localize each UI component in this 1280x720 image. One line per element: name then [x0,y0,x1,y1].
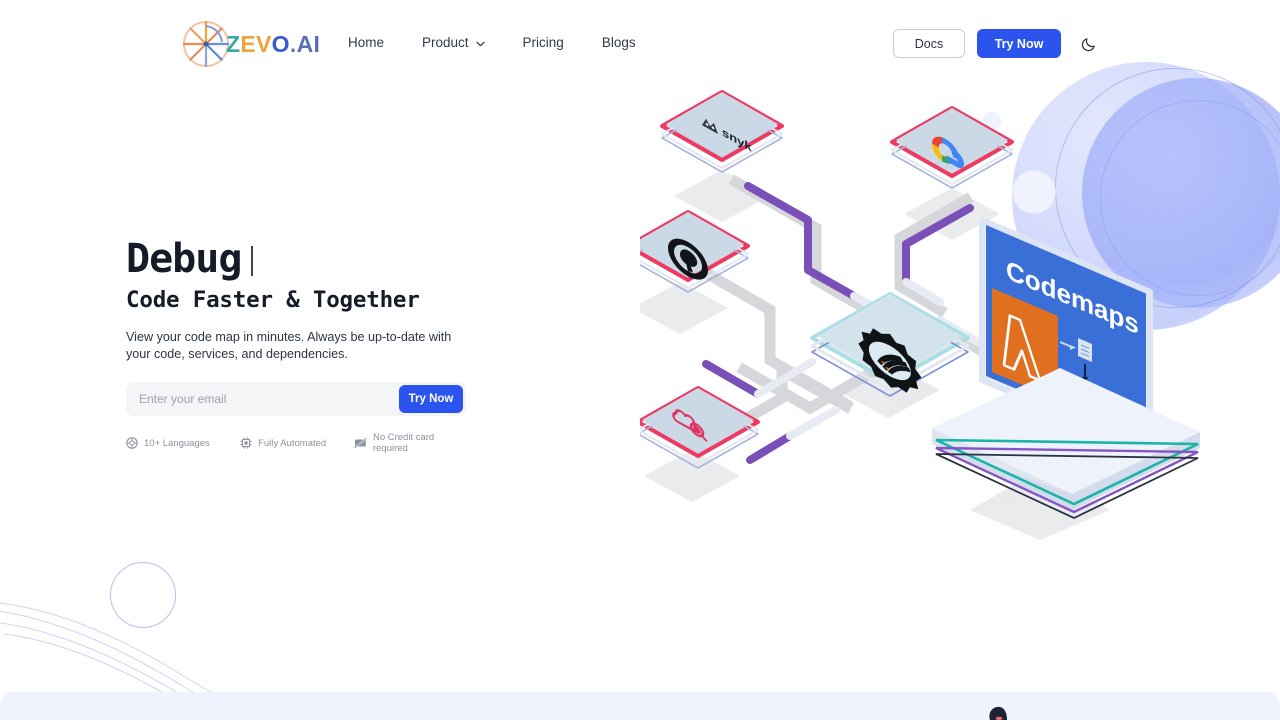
codemaps-isometric-graphic: snyk Codemaps [640,90,1200,540]
brand-dot: . [289,30,297,57]
nav-link-product[interactable]: Product [422,34,485,52]
globe-icon [126,437,138,449]
brand-letter-o: O [271,30,290,57]
docs-button[interactable]: Docs [893,29,965,58]
hero-headline-typed-word: Debug [126,236,242,282]
nav-link-pricing-label: Pricing [522,35,564,50]
brand-letter-v: V [256,30,272,57]
moon-icon [1081,37,1095,51]
nav-actions: Docs Try Now [893,29,1100,58]
nav-link-pricing[interactable]: Pricing [523,34,564,52]
typing-caret [251,246,254,276]
chip-icon [240,437,252,449]
bottom-section-band [0,692,1280,720]
badge-no-credit-card: No Credit card required [354,432,470,454]
partner-logo-peek-icon [989,706,1007,720]
nav-link-home-label: Home [348,35,385,50]
nav-link-blogs-label: Blogs [601,35,636,50]
brand-letter-z: Z [226,30,241,57]
hero-section: Debug Code Faster & Together View your c… [126,236,546,454]
top-navigation-bar: ZEVO.AI Home Product Pricing Blogs Docs … [0,0,1280,86]
try-now-submit-button[interactable]: Try Now [399,385,463,413]
datadog-card [640,386,760,469]
badge-automated-label: Fully Automated [258,437,327,449]
badge-languages-label: 10+ Languages [144,437,210,449]
decorative-ring-bottom-left [110,562,176,628]
email-input[interactable] [129,392,399,406]
badge-automated: Fully Automated [240,437,354,449]
badge-languages: 10+ Languages [126,437,240,449]
zevo-wheel-logo-icon [182,20,230,68]
hero-illustration: snyk Codemaps [640,70,1200,540]
brand-letters-ai: AI [296,30,321,57]
brand-wordmark: ZEVO.AI [226,31,320,58]
email-signup-form: Try Now [126,382,466,416]
snyk-card: snyk [660,90,784,173]
nav-links: Home Product Pricing Blogs [348,34,636,52]
google-cloud-card [890,106,1014,189]
hero-headline-secondary: Code Faster & Together [126,287,420,313]
chevron-down-icon [475,41,485,46]
decorative-swoosh-lines [0,602,243,715]
hero-headline-primary: Debug [126,236,546,282]
hero-feature-badges: 10+ Languages Fully Automated No Credit … [126,432,470,454]
brand-letter-e: E [240,30,257,57]
no-credit-card-icon [354,437,367,449]
nav-link-home[interactable]: Home [348,34,384,52]
badge-no-credit-card-label: No Credit card required [372,432,435,454]
theme-toggle-button[interactable] [1078,33,1100,55]
github-card [640,210,750,293]
landing-page: ZEVO.AI Home Product Pricing Blogs Docs … [0,0,1280,720]
nav-link-blogs[interactable]: Blogs [602,34,636,52]
codemaps-laptop: Codemaps [932,217,1200,519]
hero-subcopy: View your code map in minutes. Always be… [126,330,452,361]
try-now-nav-button[interactable]: Try Now [977,29,1061,58]
nav-link-product-label: Product [422,35,469,50]
brand-logo[interactable]: ZEVO.AI [180,18,320,70]
